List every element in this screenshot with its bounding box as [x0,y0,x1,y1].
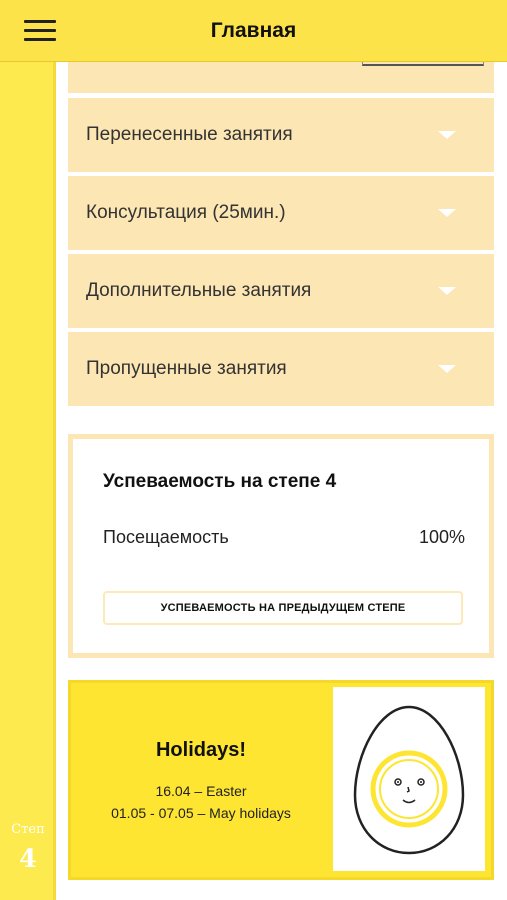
accordion-item-rescheduled[interactable]: Перенесенные занятия [68,98,494,172]
chevron-down-icon [438,209,456,217]
holiday-line: 16.04 – Easter [155,783,247,799]
progress-title: Успеваемость на степе 4 [103,471,337,492]
accordion-label: Пропущенные занятия [86,358,287,379]
accordion-item-additional[interactable]: Дополнительные занятия [68,254,494,328]
partial-button[interactable] [362,62,484,66]
step-label: Степ [11,822,45,837]
attendance-label: Посещаемость [103,527,229,547]
egg-illustration [333,687,485,871]
accordion-item-consultation[interactable]: Консультация (25мин.) [68,176,494,250]
previous-step-progress-button[interactable]: УСПЕВАЕМОСТЬ НА ПРЕДЫДУЩЕМ СТЕПЕ [103,591,463,625]
accordion-item-partial[interactable] [68,62,494,95]
page-title: Главная [210,19,297,42]
top-bar: Главная [0,0,507,62]
accordion-label: Консультация (25мин.) [86,202,286,223]
egg-face-icon [353,705,465,855]
accordion-label: Дополнительные занятия [86,280,312,301]
step-sidebar: Степ 4 [0,62,56,900]
chevron-down-icon [438,287,456,295]
attendance-value: 100% [418,527,465,547]
chevron-down-icon [438,131,456,139]
accordion-label: Перенесенные занятия [86,124,293,145]
holidays-card: Holidays! 16.04 – Easter 01.05 - 07.05 –… [68,680,494,880]
progress-card: Успеваемость на степе 4 Посещаемость 100… [68,434,494,658]
holiday-line: 01.05 - 07.05 – May holidays [111,805,291,821]
accordion-item-missed[interactable]: Пропущенные занятия [68,332,494,406]
holidays-title: Holidays! [155,739,247,761]
chevron-down-icon [438,365,456,373]
step-number: 4 [19,844,37,873]
